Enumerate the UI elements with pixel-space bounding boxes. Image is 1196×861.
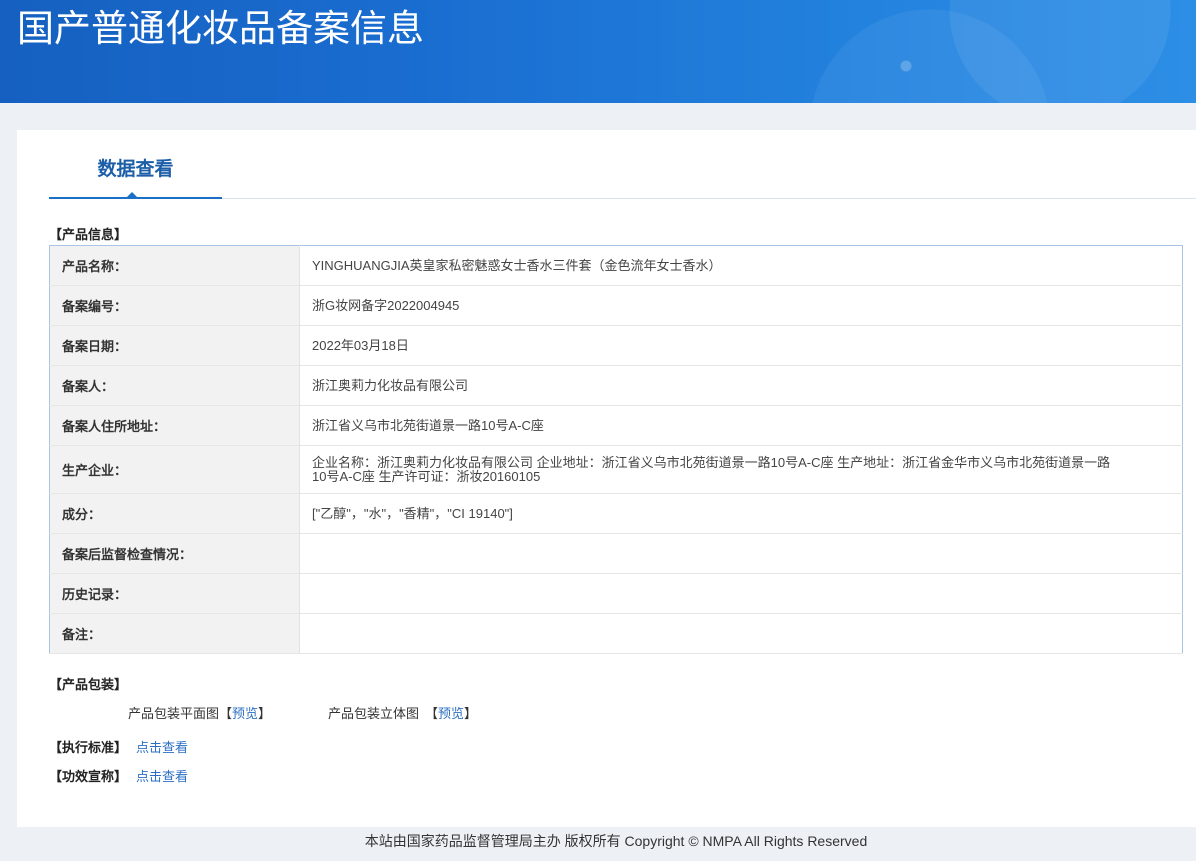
row-value: ["乙醇"，"水"，"香精"，"CI 19140"]	[299, 493, 1183, 534]
tab-active-notch	[127, 192, 137, 197]
row-value: 浙江奥莉力化妆品有限公司	[299, 365, 1183, 406]
row-label: 备案后监督检查情况：	[49, 533, 300, 574]
table-row: 备案后监督检查情况：	[49, 533, 1183, 574]
table-row: 成分： ["乙醇"，"水"，"香精"，"CI 19140"]	[49, 493, 1183, 534]
row-label: 备案日期：	[49, 325, 300, 366]
tab-active-underline	[49, 197, 222, 199]
packaging-section-title: 【产品包装】	[49, 677, 128, 692]
table-row: 备案人住所地址： 浙江省义乌市北苑街道景一路10号A-C座	[49, 405, 1183, 446]
bracket-open: 【	[219, 706, 233, 721]
packaging-flat-preview-link[interactable]: 预览	[232, 706, 258, 721]
row-value: YINGHUANGJIA英皇家私密魅惑女士香水三件套（金色流年女士香水）	[299, 245, 1183, 286]
row-value	[299, 573, 1183, 614]
page-title: 国产普通化妆品备案信息	[17, 8, 424, 49]
table-row: 历史记录：	[49, 573, 1183, 614]
row-label: 备案人：	[49, 365, 300, 406]
copyright-text: 本站由国家药品监督管理局主办 版权所有 Copyright © NMPA All…	[364, 833, 868, 849]
bracket-close: 】	[258, 706, 272, 721]
efficacy-section-title: 【功效宣称】	[49, 769, 128, 784]
packaging-flat-item: 产品包装平面图【预览】	[128, 706, 271, 722]
row-value: 2022年03月18日	[299, 325, 1183, 366]
row-value: 企业名称：浙江奥莉力化妆品有限公司 企业地址：浙江省义乌市北苑街道景一路10号A…	[299, 445, 1183, 494]
row-label: 备注：	[49, 613, 300, 654]
row-label: 生产企业：	[49, 445, 300, 494]
table-row: 生产企业： 企业名称：浙江奥莉力化妆品有限公司 企业地址：浙江省义乌市北苑街道景一…	[49, 445, 1183, 494]
table-row: 备案人： 浙江奥莉力化妆品有限公司	[49, 365, 1183, 406]
row-value: 浙江省义乌市北苑街道景一路10号A-C座	[299, 405, 1183, 446]
row-label: 产品名称：	[49, 245, 300, 286]
row-value	[299, 533, 1183, 574]
efficacy-line: 【功效宣称】 点击查看	[49, 769, 188, 785]
table-row: 备注：	[49, 613, 1183, 654]
packaging-solid-preview-link[interactable]: 预览	[438, 706, 464, 721]
row-label: 成分：	[49, 493, 300, 534]
packaging-flat-label: 产品包装平面图	[128, 706, 220, 721]
tab-data-view[interactable]: 数据查看	[49, 130, 222, 198]
row-label: 历史记录：	[49, 573, 300, 614]
bracket-open: 【	[425, 706, 439, 721]
standard-section-title: 【执行标准】	[49, 740, 128, 755]
row-label: 备案人住所地址：	[49, 405, 300, 446]
row-value	[299, 613, 1183, 654]
packaging-solid-item: 产品包装立体图 【预览】	[328, 706, 477, 722]
standard-line: 【执行标准】 点击查看	[49, 740, 188, 756]
efficacy-view-link[interactable]: 点击查看	[136, 769, 188, 784]
bracket-close: 】	[464, 706, 478, 721]
table-row: 产品名称： YINGHUANGJIA英皇家私密魅惑女士香水三件套（金色流年女士香水…	[49, 245, 1183, 286]
row-label: 备案编号：	[49, 285, 300, 326]
standard-view-link[interactable]: 点击查看	[136, 740, 188, 755]
page-header-banner: 国产普通化妆品备案信息	[0, 0, 1196, 103]
product-info-table: 产品名称： YINGHUANGJIA英皇家私密魅惑女士香水三件套（金色流年女士香水…	[49, 245, 1183, 654]
packaging-solid-label: 产品包装立体图	[328, 706, 420, 721]
content-panel: 数据查看 【产品信息】 产品名称： YINGHUANGJIA英皇家私密魅惑女士香水…	[17, 130, 1196, 827]
row-value: 浙G妆网备字2022004945	[299, 285, 1183, 326]
packaging-row: 产品包装平面图【预览】 产品包装立体图 【预览】	[17, 706, 1196, 722]
page-footer: 本站由国家药品监督管理局主办 版权所有 Copyright © NMPA All…	[0, 827, 1196, 861]
table-row: 备案编号： 浙G妆网备字2022004945	[49, 285, 1183, 326]
product-info-section-title: 【产品信息】	[49, 227, 128, 242]
table-row: 备案日期： 2022年03月18日	[49, 325, 1183, 366]
